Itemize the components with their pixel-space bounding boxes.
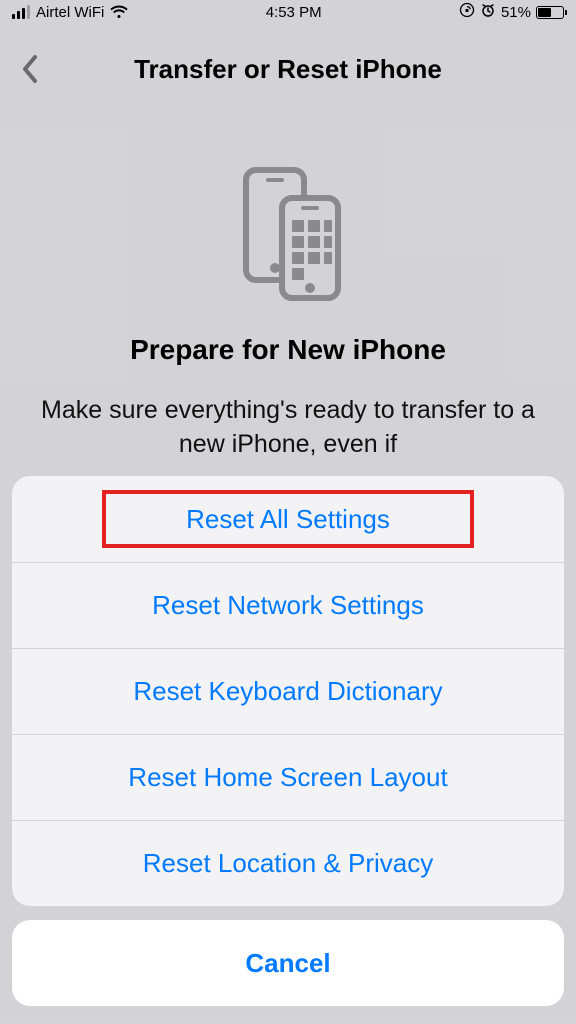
sheet-item-label: Reset Network Settings	[152, 590, 424, 621]
action-sheet-list: Reset All Settings Reset Network Setting…	[12, 476, 564, 906]
sheet-item-label: Reset Home Screen Layout	[128, 762, 447, 793]
action-sheet: Reset All Settings Reset Network Setting…	[12, 476, 564, 1006]
sheet-item-label: Reset Location & Privacy	[143, 848, 433, 879]
sheet-item-label: Reset Keyboard Dictionary	[133, 676, 442, 707]
reset-network-settings-button[interactable]: Reset Network Settings	[12, 562, 564, 648]
cancel-label: Cancel	[245, 948, 330, 979]
reset-home-screen-layout-button[interactable]: Reset Home Screen Layout	[12, 734, 564, 820]
reset-keyboard-dictionary-button[interactable]: Reset Keyboard Dictionary	[12, 648, 564, 734]
sheet-item-label: Reset All Settings	[186, 504, 390, 535]
reset-location-privacy-button[interactable]: Reset Location & Privacy	[12, 820, 564, 906]
cancel-button[interactable]: Cancel	[12, 920, 564, 1006]
reset-all-settings-button[interactable]: Reset All Settings	[12, 476, 564, 562]
